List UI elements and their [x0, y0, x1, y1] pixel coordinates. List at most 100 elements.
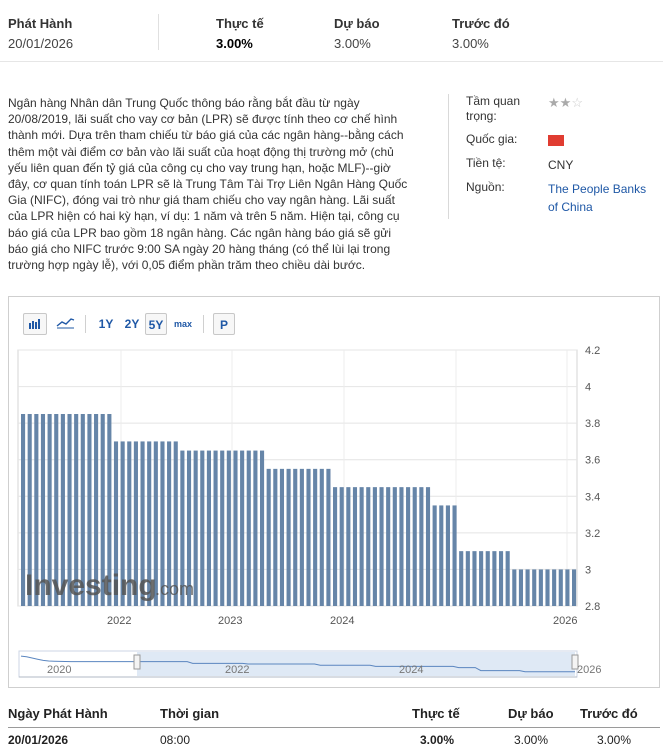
actual-col: Thực tế 3.00%	[216, 16, 264, 51]
range-2y-button[interactable]: 2Y	[121, 313, 143, 335]
p-button[interactable]: P	[213, 313, 235, 335]
bar[interactable]	[465, 551, 470, 606]
navigator-left-handle[interactable]	[133, 654, 141, 670]
line-chart-button[interactable]	[53, 313, 77, 335]
bar[interactable]	[452, 505, 457, 606]
bar[interactable]	[406, 487, 411, 606]
bar-chart-icon	[29, 319, 40, 329]
bar[interactable]	[505, 551, 510, 606]
source-link[interactable]: The People Banks of China	[548, 180, 658, 216]
bar[interactable]	[213, 450, 218, 606]
bar[interactable]	[193, 450, 198, 606]
divider	[158, 14, 159, 50]
bar[interactable]	[359, 487, 364, 606]
bar[interactable]	[293, 468, 298, 606]
source-label: Nguồn:	[466, 180, 505, 194]
bar[interactable]	[472, 551, 477, 606]
bar[interactable]	[445, 505, 450, 606]
bar[interactable]	[352, 487, 358, 606]
previous-col: Trước đó 3.00%	[452, 16, 510, 51]
x-tick-label: 2022	[107, 615, 131, 627]
bar[interactable]	[425, 487, 431, 606]
bar[interactable]	[565, 569, 570, 606]
currency-row: Tiền tệ: CNY	[466, 156, 661, 180]
importance-stars: ★★☆	[548, 94, 583, 112]
line-chart-icon	[56, 318, 75, 329]
bar[interactable]	[532, 569, 537, 606]
watermark-brand: Investing	[25, 569, 157, 602]
source-row: Nguồn: The People Banks of China	[466, 180, 661, 214]
bar[interactable]	[572, 569, 577, 606]
navigator-label: 2020	[47, 664, 71, 676]
star-icon: ★	[559, 95, 572, 110]
bar[interactable]	[200, 450, 205, 606]
bar[interactable]	[299, 468, 304, 606]
table-header: Trước đó	[580, 706, 638, 721]
bar[interactable]	[246, 450, 251, 606]
bar[interactable]	[525, 569, 530, 606]
bar-chart: 2.8 3 3.2 3.4 3.6 3.8 4 4.2 2022 2023 2024 2026 In…	[17, 345, 601, 678]
bar[interactable]	[545, 569, 550, 606]
bar[interactable]	[273, 468, 278, 606]
bar[interactable]	[512, 569, 517, 606]
currency-label: Tiền tệ:	[466, 156, 506, 170]
release-label: Phát Hành	[8, 16, 73, 31]
range-1y-button[interactable]: 1Y	[95, 313, 117, 335]
bar[interactable]	[333, 487, 338, 606]
bar[interactable]	[386, 487, 391, 606]
bar[interactable]	[412, 487, 417, 606]
bar[interactable]	[366, 487, 371, 606]
bar[interactable]	[226, 450, 231, 606]
bar[interactable]	[266, 468, 271, 606]
range-max-button[interactable]: max	[171, 313, 195, 335]
bar[interactable]	[372, 487, 377, 606]
bar-chart-button[interactable]	[23, 313, 47, 335]
bar[interactable]	[498, 551, 504, 606]
navigator-label: 2026	[577, 664, 601, 676]
table-cell-time: 08:00	[160, 733, 191, 747]
bar[interactable]	[313, 468, 318, 606]
importance-label: Tầm quan trọng:	[466, 94, 521, 123]
bar[interactable]	[240, 450, 245, 606]
bar[interactable]	[459, 551, 464, 606]
x-tick-label: 2024	[330, 615, 354, 627]
table-header: Ngày Phát Hành	[8, 706, 108, 721]
country-label: Quốc gia:	[466, 132, 518, 146]
bar[interactable]	[339, 487, 344, 606]
bar[interactable]	[319, 468, 324, 606]
currency-value: CNY	[548, 158, 574, 172]
release-summary: Phát Hành 20/01/2026 Thực tế 3.00% Dự bá…	[0, 0, 663, 62]
bar[interactable]	[558, 569, 563, 606]
bar[interactable]	[485, 551, 490, 606]
bar[interactable]	[479, 551, 484, 606]
forecast-col: Dự báo 3.00%	[334, 16, 380, 51]
bar[interactable]	[399, 487, 404, 606]
range-5y-button[interactable]: 5Y	[145, 313, 167, 335]
bar[interactable]	[346, 487, 351, 606]
bar[interactable]	[220, 450, 225, 606]
bar[interactable]	[439, 505, 444, 606]
y-tick-label: 3.6	[585, 455, 600, 467]
bar[interactable]	[326, 468, 331, 606]
bar[interactable]	[392, 487, 397, 606]
bar[interactable]	[206, 450, 211, 606]
bar[interactable]	[233, 450, 238, 606]
navigator-label: 2022	[225, 664, 249, 676]
bar[interactable]	[379, 487, 384, 606]
bar[interactable]	[432, 505, 437, 606]
bar[interactable]	[259, 450, 265, 606]
bar[interactable]	[286, 468, 291, 606]
x-tick-label: 2026	[553, 615, 577, 627]
previous-label: Trước đó	[452, 16, 510, 31]
bar[interactable]	[279, 468, 285, 606]
bar[interactable]	[306, 468, 311, 606]
bar[interactable]	[492, 551, 497, 606]
bar[interactable]	[253, 450, 258, 606]
bar[interactable]	[419, 487, 424, 606]
importance-row: Tầm quan trọng: ★★☆	[466, 94, 661, 132]
bar[interactable]	[552, 569, 557, 606]
bar[interactable]	[538, 569, 543, 606]
y-tick-label: 2.8	[585, 601, 600, 613]
bar[interactable]	[518, 569, 524, 606]
chart-navigator[interactable]: 2020 2022 2024 2026	[18, 650, 601, 678]
